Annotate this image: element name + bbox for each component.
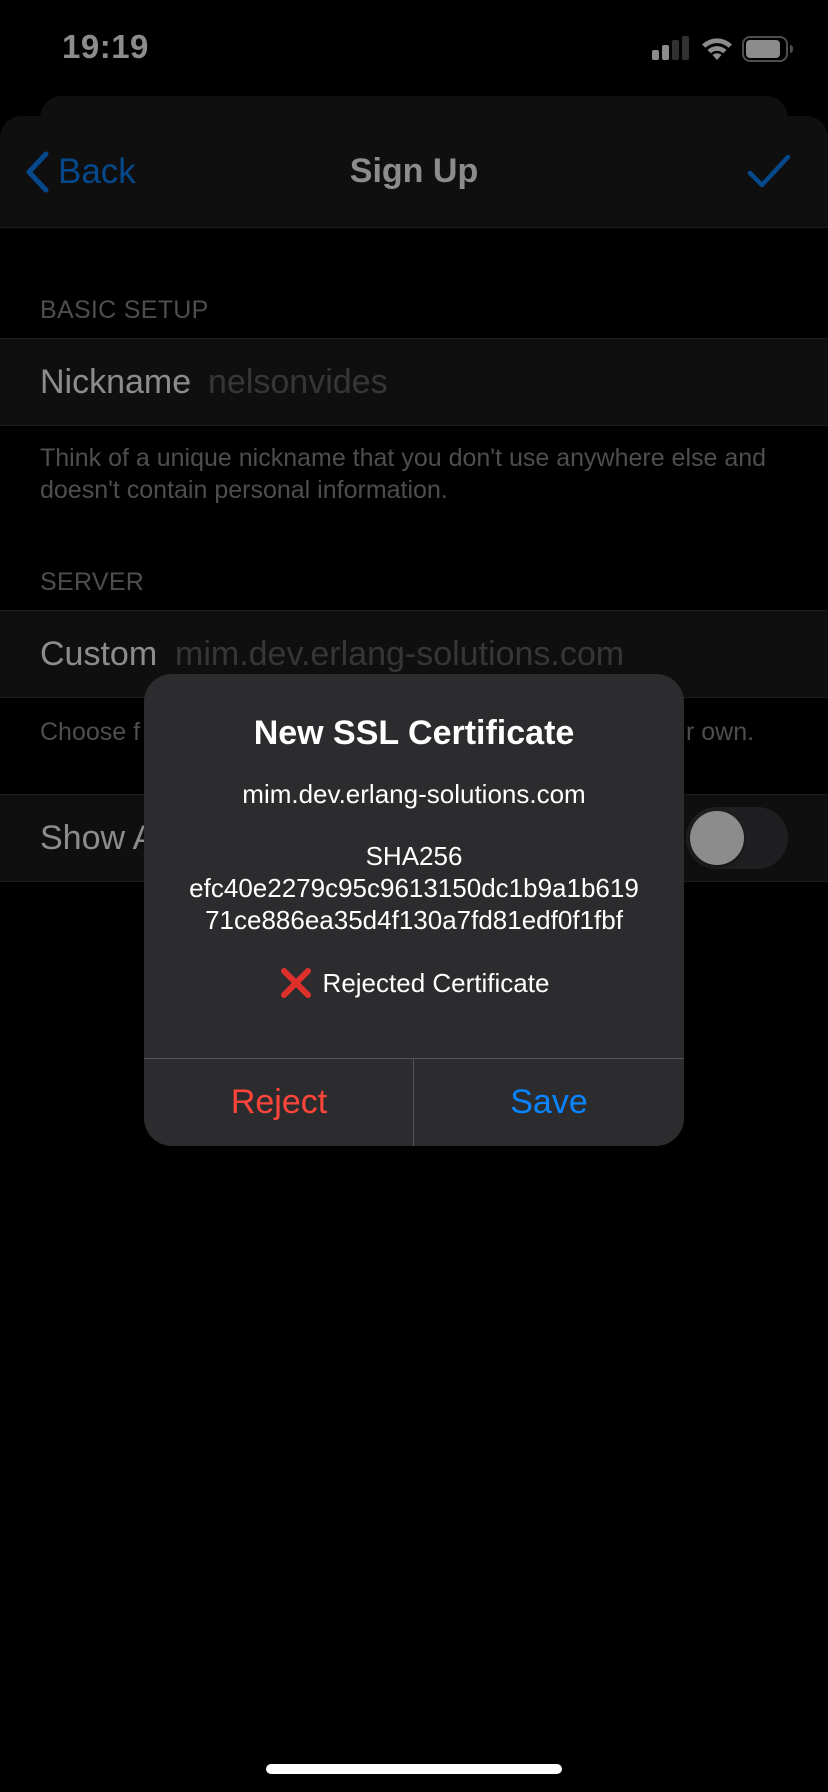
save-button[interactable]: Save bbox=[414, 1059, 684, 1146]
alert-title: New SSL Certificate bbox=[253, 714, 575, 752]
reject-button[interactable]: Reject bbox=[144, 1059, 414, 1146]
alert-hash-type: SHA256 bbox=[365, 841, 463, 871]
alert-status-text: Rejected Certificate bbox=[322, 967, 550, 998]
alert-hash-line-2: 71ce886ea35d4f130a7fd81edf0f1fbf bbox=[205, 905, 623, 935]
alert-status: Rejected Certificate bbox=[144, 966, 684, 1000]
home-indicator[interactable] bbox=[266, 1764, 562, 1774]
red-x-icon bbox=[280, 968, 311, 998]
screen: 19:19 Back Sign Up BASIC SETUP Nickname … bbox=[0, 0, 828, 1792]
alert-domain: mim.dev.erlang-solutions.com bbox=[242, 779, 586, 809]
ssl-certificate-alert: New SSL Certificate mim.dev.erlang-solut… bbox=[144, 674, 684, 1146]
alert-hash-line-1: efc40e2279c95c9613150dc1b9a1b619 bbox=[189, 873, 639, 903]
